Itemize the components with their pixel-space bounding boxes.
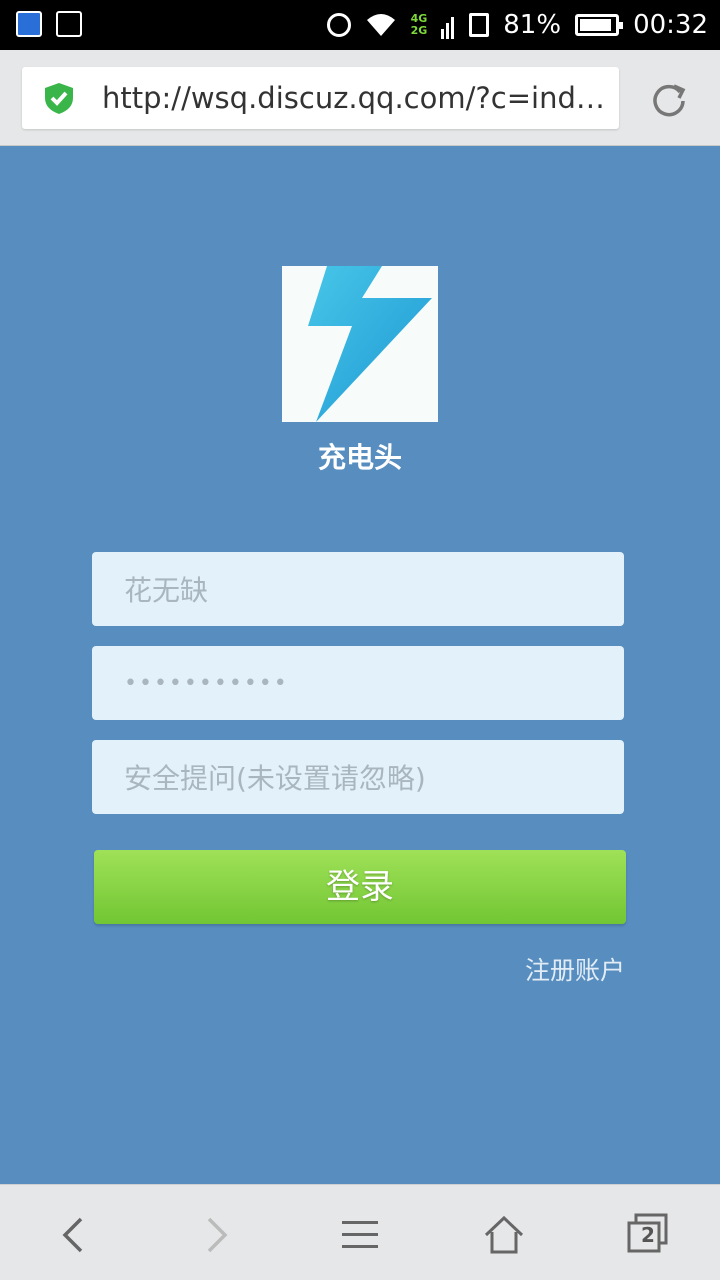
signal-icon [441, 11, 455, 39]
browser-bottom-bar: 2 [0, 1184, 720, 1280]
back-icon[interactable] [50, 1213, 94, 1257]
sim-alert-icon [469, 13, 490, 37]
forward-icon[interactable] [194, 1213, 238, 1257]
tabs-icon[interactable]: 2 [626, 1213, 670, 1257]
browser-toolbar: http://wsq.discuz.qq.com/?c=inde… [0, 50, 720, 146]
username-field[interactable]: 花无缺 [92, 552, 624, 626]
tab-count: 2 [641, 1223, 655, 1247]
lightning-bolt-icon [308, 266, 432, 422]
network-type: 4G 2G [410, 12, 428, 37]
clock: 00:32 [633, 10, 708, 40]
login-button[interactable]: 登录 [94, 850, 626, 924]
app-logo [282, 266, 438, 422]
address-bar[interactable]: http://wsq.discuz.qq.com/?c=inde… [22, 67, 619, 129]
app-name: 充电头 [317, 441, 402, 474]
status-bar: 4G 2G 81% 00:32 [0, 0, 720, 50]
password-field[interactable]: ••••••••••• [92, 646, 624, 720]
url-text[interactable]: http://wsq.discuz.qq.com/?c=inde… [102, 81, 614, 115]
image-icon [56, 11, 82, 37]
register-link[interactable]: 注册账户 [525, 951, 625, 987]
alarm-icon [326, 13, 351, 37]
menu-icon[interactable] [338, 1213, 382, 1257]
battery-icon [575, 14, 624, 36]
security-question-field[interactable]: 安全提问(未设置请忽略) [92, 740, 624, 814]
shield-check-icon [42, 81, 76, 119]
battery-percent: 81% [503, 10, 562, 40]
home-icon[interactable] [482, 1213, 526, 1257]
reload-icon[interactable] [650, 80, 688, 122]
bird-app-icon [16, 11, 42, 37]
wifi-icon [365, 12, 397, 38]
